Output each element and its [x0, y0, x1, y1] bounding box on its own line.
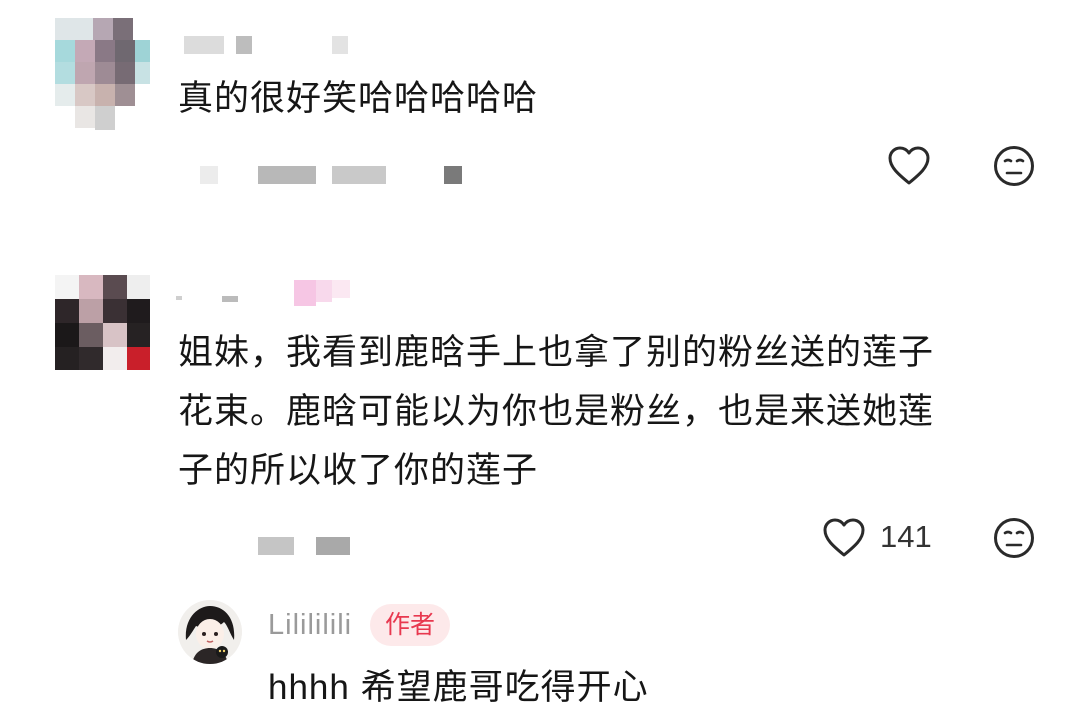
username-redacted	[176, 276, 376, 308]
reply-text: hhhh 希望鹿哥吃得开心	[268, 668, 649, 707]
like-count: 141	[880, 519, 932, 554]
comment-meta-redacted	[258, 535, 358, 557]
avatar[interactable]	[55, 18, 150, 130]
heart-outline-icon[interactable]	[823, 518, 865, 558]
comment-text: 真的很好笑哈哈哈哈哈	[178, 79, 539, 119]
avatar[interactable]	[178, 600, 242, 664]
author-badge: 作者	[370, 604, 451, 646]
neutral-face-icon[interactable]	[993, 145, 1035, 187]
comment-text-line: 花束。鹿晗可能以为你也是粉丝，也是来送她莲	[178, 392, 935, 432]
reply-username[interactable]: Lilililili	[268, 609, 352, 642]
username-redacted	[184, 36, 364, 58]
neutral-face-icon[interactable]	[993, 517, 1035, 559]
comment-text-line: 姐妹，我看到鹿晗手上也拿了别的粉丝送的莲子	[178, 333, 935, 373]
avatar[interactable]	[55, 275, 150, 370]
comment-meta-redacted	[200, 164, 470, 186]
comment-text-line: 子的所以收了你的莲子	[178, 451, 539, 491]
heart-outline-icon[interactable]	[888, 146, 930, 186]
